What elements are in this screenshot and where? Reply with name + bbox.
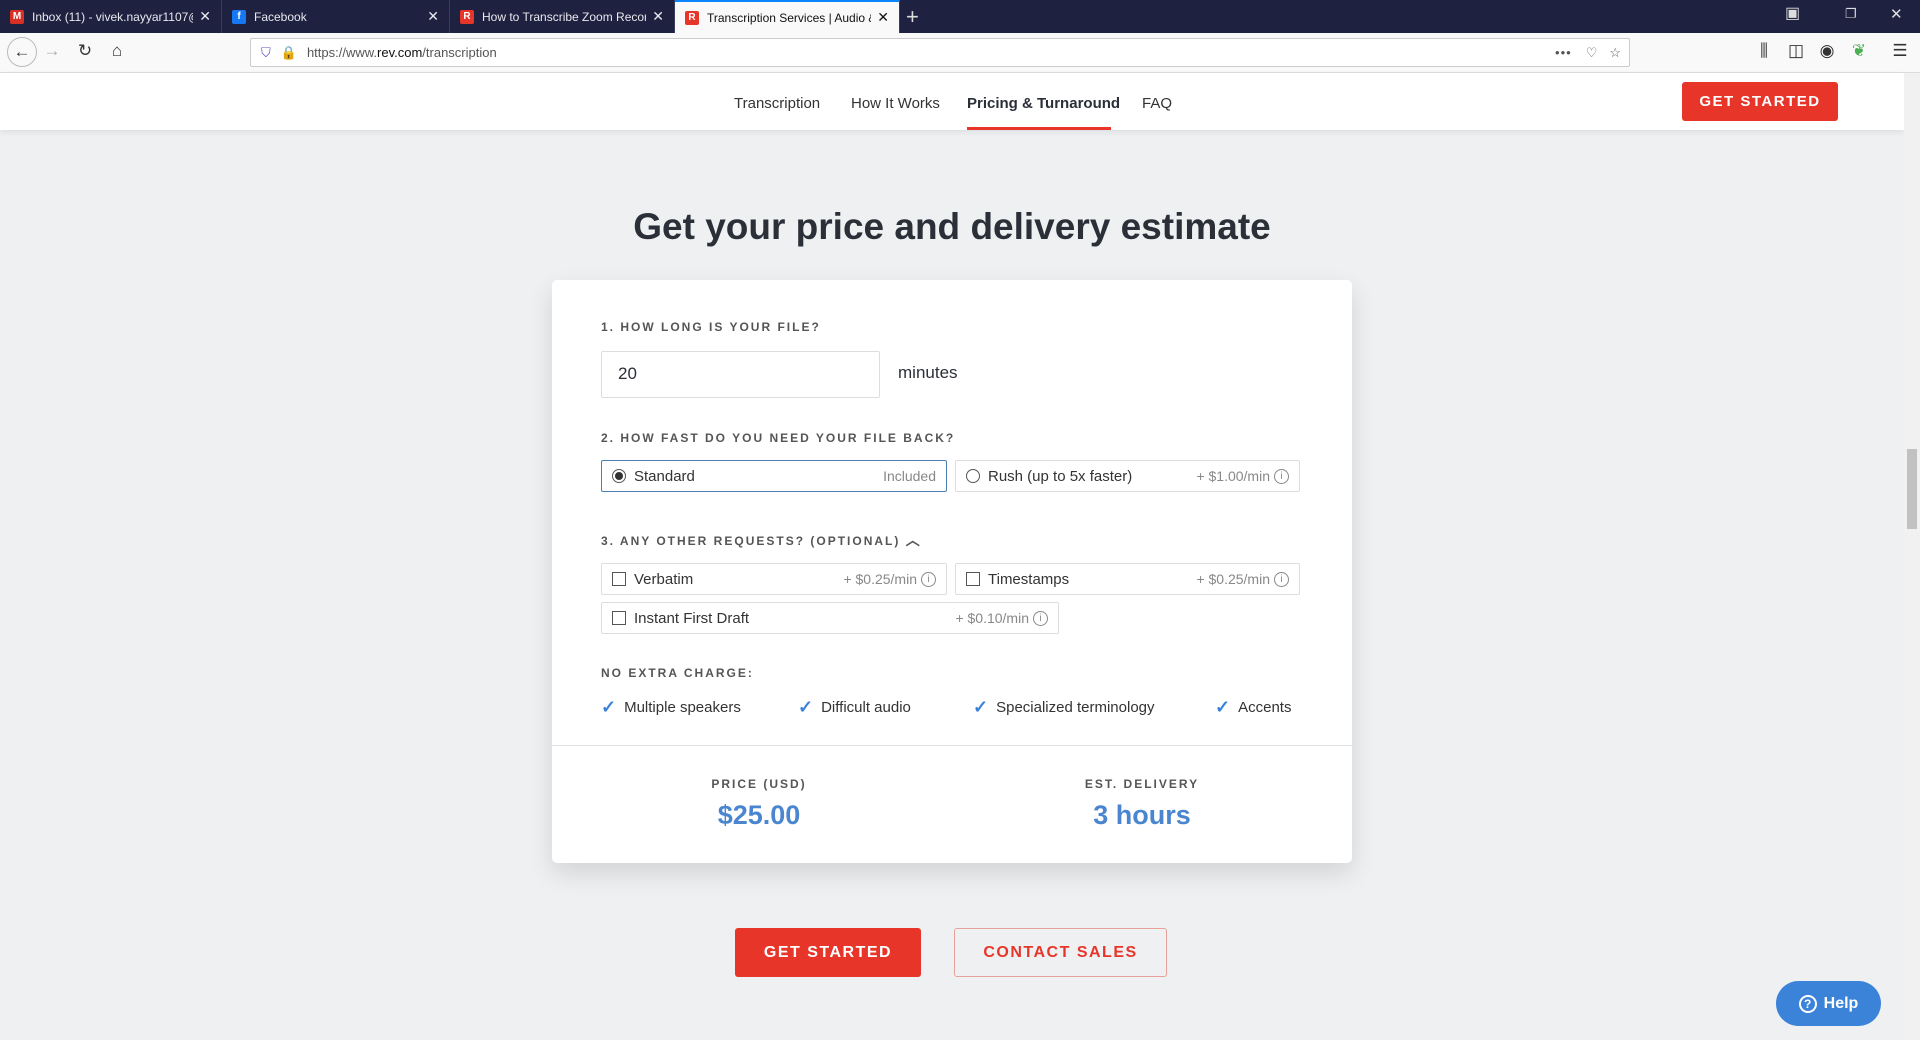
info-icon[interactable]: i [1274, 571, 1289, 587]
check-icon: ✓ [601, 697, 617, 717]
shield-icon: ⛉ [261, 44, 271, 60]
feature-accents: ✓ Accents [1215, 697, 1292, 717]
info-icon[interactable]: i [921, 571, 936, 587]
facebook-icon: f [232, 9, 246, 24]
duration-unit: minutes [898, 363, 958, 382]
close-window-button[interactable]: ✕ [1890, 5, 1903, 23]
tab-facebook[interactable]: f Facebook ✕ [222, 0, 450, 33]
price-value: $25.00 [717, 800, 801, 830]
star-icon[interactable]: ☆ [1609, 45, 1621, 61]
nav-transcription[interactable]: Transcription [734, 95, 820, 112]
divider [552, 745, 1352, 746]
tab-rev-transcription[interactable]: R Transcription Services | Audio & ✕ [675, 0, 900, 33]
browser-toolbar: ← → ↻ ⌂ ⛉ 🔒 https://www. rev.com/transcri… [0, 33, 1920, 73]
help-button[interactable]: ? Help [1776, 981, 1881, 1026]
feature-multiple-speakers: ✓ Multiple speakers [601, 697, 741, 717]
delivery-label: EST. DELIVERY [1084, 777, 1200, 791]
radio-selected[interactable] [612, 469, 626, 483]
active-nav-underline [967, 127, 1111, 130]
tab-gmail[interactable]: M Inbox (11) - vivek.nayyar1107@ ✕ [0, 0, 222, 33]
close-icon[interactable]: ✕ [427, 8, 439, 25]
question-icon: ? [1798, 994, 1817, 1013]
rev-icon: R [685, 10, 699, 25]
option-verbatim[interactable]: Verbatim + $0.25/min i [601, 563, 947, 595]
more-icon[interactable]: ••• [1555, 45, 1572, 60]
url-bar[interactable]: ⛉ 🔒 https://www. rev.com/transcription ••… [250, 38, 1630, 67]
check-icon: ✓ [973, 697, 989, 717]
close-icon[interactable]: ✕ [877, 9, 889, 26]
checkbox[interactable] [612, 611, 626, 625]
menu-icon[interactable]: ☰ [1888, 41, 1912, 61]
feature-specialized-terminology: ✓ Specialized terminology [973, 697, 1155, 717]
checkbox[interactable] [966, 572, 980, 586]
duration-input[interactable]: 20 [601, 351, 880, 398]
tab-rev-zoom[interactable]: R How to Transcribe Zoom Recor ✕ [450, 0, 675, 33]
lock-icon: 🔒 [280, 44, 297, 60]
sidebar-icon[interactable]: ◫ [1784, 41, 1808, 61]
other-requests-label[interactable]: 3. ANY OTHER REQUESTS? (OPTIONAL) ︿ [601, 530, 922, 550]
chevron-up-icon[interactable]: ︿ [906, 532, 922, 548]
account-icon[interactable]: ◉ [1815, 41, 1839, 61]
delivery-value: 3 hours [1093, 800, 1191, 830]
info-icon[interactable]: i [1033, 610, 1048, 626]
no-extra-charge-label: NO EXTRA CHARGE: [601, 666, 754, 680]
pocket-icon[interactable]: ♡ [1586, 45, 1598, 61]
home-button[interactable]: ⌂ [105, 41, 129, 61]
tab-overview-icon[interactable]: ▣ [1785, 3, 1800, 23]
site-nav: Transcription How It Works Pricing & Tur… [0, 73, 1904, 130]
check-icon: ✓ [798, 697, 814, 717]
info-icon[interactable]: i [1274, 468, 1289, 484]
reload-button[interactable]: ↻ [73, 41, 97, 61]
library-icon[interactable]: ⫼ [1752, 41, 1776, 61]
nav-get-started-button[interactable]: GET STARTED [1682, 82, 1838, 121]
option-timestamps[interactable]: Timestamps + $0.25/min i [955, 563, 1300, 595]
close-icon[interactable]: ✕ [652, 8, 664, 25]
new-tab-button[interactable]: + [906, 4, 919, 30]
checkbox[interactable] [612, 572, 626, 586]
tab-bar: M Inbox (11) - vivek.nayyar1107@ ✕ f Facebo… [0, 0, 1920, 33]
option-standard[interactable]: Standard Included [601, 460, 947, 492]
close-icon[interactable]: ✕ [199, 8, 211, 25]
extension-icon[interactable]: ❦ [1847, 41, 1871, 61]
scrollbar-thumb[interactable] [1907, 449, 1917, 529]
turnaround-label: 2. HOW FAST DO YOU NEED YOUR FILE BACK? [601, 431, 956, 445]
get-started-button[interactable]: GET STARTED [735, 928, 921, 977]
rev-icon: R [460, 9, 474, 24]
feature-difficult-audio: ✓ Difficult audio [798, 697, 911, 717]
check-icon: ✓ [1215, 697, 1231, 717]
restore-button[interactable]: ❐ [1845, 6, 1857, 22]
nav-pricing[interactable]: Pricing & Turnaround [967, 95, 1120, 112]
nav-faq[interactable]: FAQ [1142, 95, 1172, 112]
back-button[interactable]: ← [7, 37, 37, 67]
contact-sales-button[interactable]: CONTACT SALES [954, 928, 1167, 977]
option-rush[interactable]: Rush (up to 5x faster) + $1.00/min i [955, 460, 1300, 492]
radio-unselected[interactable] [966, 469, 980, 483]
page-title: Get your price and delivery estimate [633, 206, 1271, 247]
price-label: PRICE (USD) [711, 777, 807, 791]
gmail-icon: M [10, 9, 24, 24]
scrollbar[interactable] [1904, 73, 1920, 1040]
estimate-card: 1. HOW LONG IS YOUR FILE? 20 minutes 2. … [552, 280, 1352, 863]
forward-button[interactable]: → [40, 41, 64, 61]
nav-how-it-works[interactable]: How It Works [851, 95, 940, 112]
file-length-label: 1. HOW LONG IS YOUR FILE? [601, 320, 821, 334]
option-instant-first-draft[interactable]: Instant First Draft + $0.10/min i [601, 602, 1059, 634]
